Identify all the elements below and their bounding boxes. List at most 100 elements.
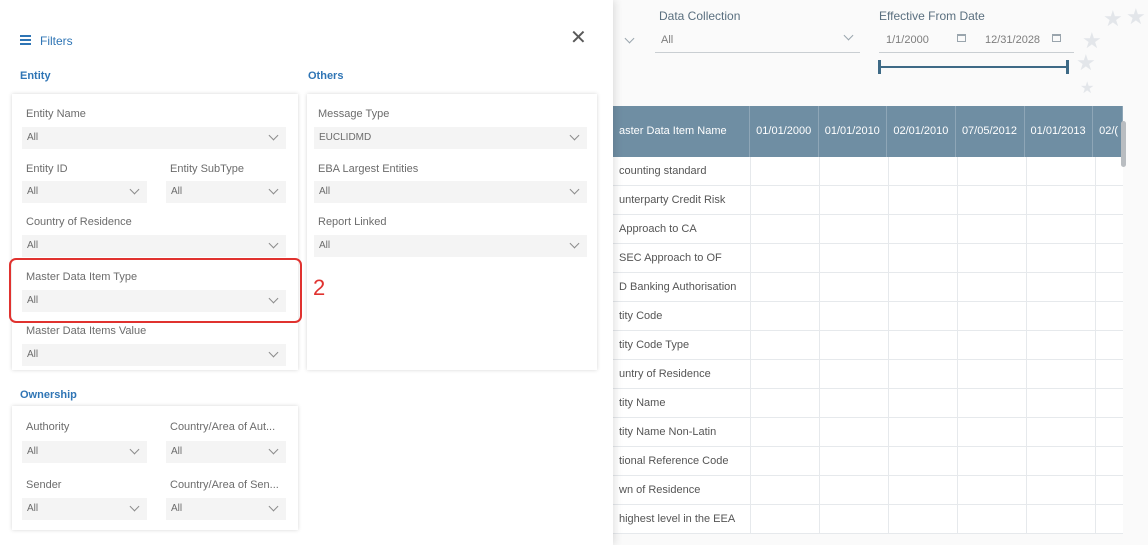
cell	[820, 244, 889, 272]
authority-select[interactable]: All	[22, 441, 147, 463]
table-row[interactable]: tity Code Type	[613, 331, 1123, 360]
cell	[958, 186, 1027, 214]
cell	[958, 447, 1027, 475]
menu-icon[interactable]	[20, 35, 31, 45]
cell	[751, 331, 820, 359]
range-handle-end[interactable]	[1066, 60, 1069, 74]
cell	[958, 244, 1027, 272]
cell	[889, 273, 958, 301]
cell	[751, 389, 820, 417]
table-row[interactable]: untry of Residence	[613, 360, 1123, 389]
message-type-select[interactable]: EUCLIDMD	[314, 127, 587, 149]
table-header: aster Data Item Name 01/01/2000 01/01/20…	[613, 106, 1123, 157]
star-icon: ★	[1080, 80, 1095, 97]
cell	[751, 215, 820, 243]
country-residence-select[interactable]: All	[22, 235, 286, 257]
eba-largest-entities-select[interactable]: All	[314, 181, 587, 203]
column-header-name[interactable]: aster Data Item Name	[613, 106, 751, 157]
cell	[958, 418, 1027, 446]
cell	[820, 418, 889, 446]
entity-id-select[interactable]: All	[22, 181, 147, 203]
cell	[751, 476, 820, 504]
section-title-ownership: Ownership	[20, 389, 77, 401]
cell	[889, 186, 958, 214]
cell	[751, 505, 820, 533]
table-row[interactable]: tional Reference Code	[613, 447, 1123, 476]
close-icon[interactable]: ✕	[570, 28, 587, 48]
chevron-down-icon	[129, 501, 140, 512]
column-header-date[interactable]: 02/(	[1093, 106, 1123, 157]
date-to-input[interactable]: 12/31/2028	[985, 34, 1040, 46]
sender-select[interactable]: All	[22, 498, 147, 520]
cell	[820, 505, 889, 533]
cell	[820, 360, 889, 388]
date-from-input[interactable]: 1/1/2000	[886, 34, 929, 46]
column-header-date[interactable]: 07/05/2012	[956, 106, 1025, 157]
column-header-date[interactable]: 02/01/2010	[887, 106, 956, 157]
entity-name-select[interactable]: All	[22, 127, 286, 149]
table-row[interactable]: highest level in the EEA	[613, 505, 1123, 534]
cell	[889, 418, 958, 446]
entity-name-label: Entity Name	[26, 108, 86, 120]
calendar-icon[interactable]	[957, 34, 966, 42]
country-authority-select[interactable]: All	[166, 441, 286, 463]
table-row[interactable]: Approach to CA	[613, 215, 1123, 244]
chevron-down-icon	[268, 444, 279, 455]
column-header-date[interactable]: 01/01/2000	[750, 106, 819, 157]
row-name: unterparty Credit Risk	[613, 186, 751, 214]
row-name: Approach to CA	[613, 215, 751, 243]
cell	[1027, 244, 1096, 272]
cell	[1027, 389, 1096, 417]
section-title-entity: Entity	[20, 70, 51, 82]
panel-title: Filters	[40, 34, 73, 48]
row-name: counting standard	[613, 157, 751, 185]
table-row[interactable]: unterparty Credit Risk	[613, 186, 1123, 215]
column-header-date[interactable]: 01/01/2010	[819, 106, 888, 157]
cell	[1027, 273, 1096, 301]
country-sender-select[interactable]: All	[166, 498, 286, 520]
cell	[889, 360, 958, 388]
entity-subtype-select[interactable]: All	[166, 181, 286, 203]
row-name: tity Name	[613, 389, 751, 417]
cell	[958, 505, 1027, 533]
table-row[interactable]: tity Name	[613, 389, 1123, 418]
star-icon: ★	[1126, 4, 1146, 29]
row-name: tity Code Type	[613, 331, 751, 359]
row-name: tional Reference Code	[613, 447, 751, 475]
date-range-slider[interactable]	[880, 66, 1068, 68]
table-row[interactable]: SEC Approach to OF	[613, 244, 1123, 273]
sender-label: Sender	[26, 479, 62, 491]
calendar-icon[interactable]	[1052, 34, 1061, 42]
master-data-items-value-select[interactable]: All	[22, 344, 286, 366]
table-row[interactable]: counting standard	[613, 157, 1123, 186]
select-underline	[655, 52, 860, 53]
data-collection-label: Data Collection	[659, 9, 741, 23]
entity-card: Entity Name All Entity ID All Entity Sub…	[12, 94, 298, 370]
report-linked-select[interactable]: All	[314, 235, 587, 257]
chevron-down-icon[interactable]	[624, 33, 635, 44]
chevron-down-icon[interactable]	[843, 30, 854, 41]
message-type-label: Message Type	[318, 108, 390, 120]
cell	[1027, 186, 1096, 214]
cell	[1027, 360, 1096, 388]
cell	[1027, 302, 1096, 330]
data-collection-select[interactable]: All	[661, 34, 673, 46]
table-row[interactable]: tity Name Non-Latin	[613, 418, 1123, 447]
cell	[820, 331, 889, 359]
column-header-date[interactable]: 01/01/2013	[1025, 106, 1094, 157]
chevron-down-icon	[268, 501, 279, 512]
table-row[interactable]: tity Code	[613, 302, 1123, 331]
cell	[1027, 331, 1096, 359]
cell	[1027, 215, 1096, 243]
country-residence-label: Country of Residence	[26, 216, 132, 228]
cell	[889, 447, 958, 475]
master-data-items-value-label: Master Data Items Value	[26, 325, 147, 337]
table-scrollbar[interactable]	[1121, 121, 1126, 167]
table-row[interactable]: D Banking Authorisation	[613, 273, 1123, 302]
cell	[889, 505, 958, 533]
table-row[interactable]: wn of Residence	[613, 476, 1123, 505]
cell	[889, 244, 958, 272]
row-name: wn of Residence	[613, 476, 751, 504]
table-body: counting standard unterparty Credit Risk…	[613, 157, 1123, 534]
cell	[958, 157, 1027, 185]
